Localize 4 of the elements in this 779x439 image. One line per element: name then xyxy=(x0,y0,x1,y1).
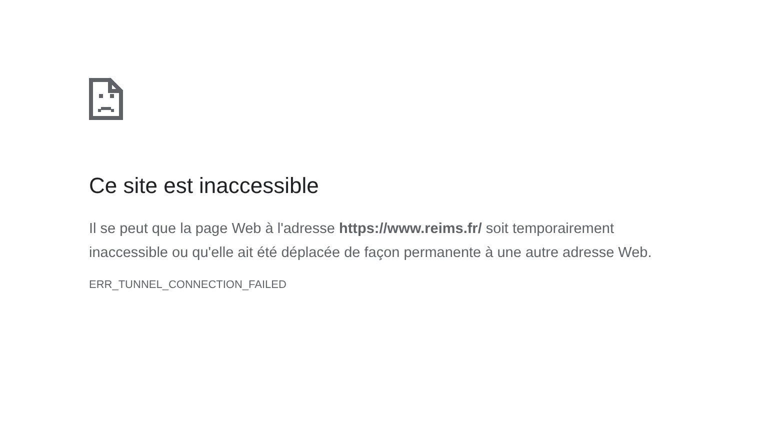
error-message: Il se peut que la page Web à l'adresse https://www.reims.fr/ soit temporairement inaccessible ou qu'elle ait été déplacée de façon permanente à une autre adresse Web. xyxy=(89,220,653,263)
sad-page-icon xyxy=(89,78,123,120)
error-title: Ce site est inaccessible xyxy=(89,172,320,200)
error-code: ERR_TUNNEL_CONNECTION_FAILED xyxy=(89,279,286,291)
